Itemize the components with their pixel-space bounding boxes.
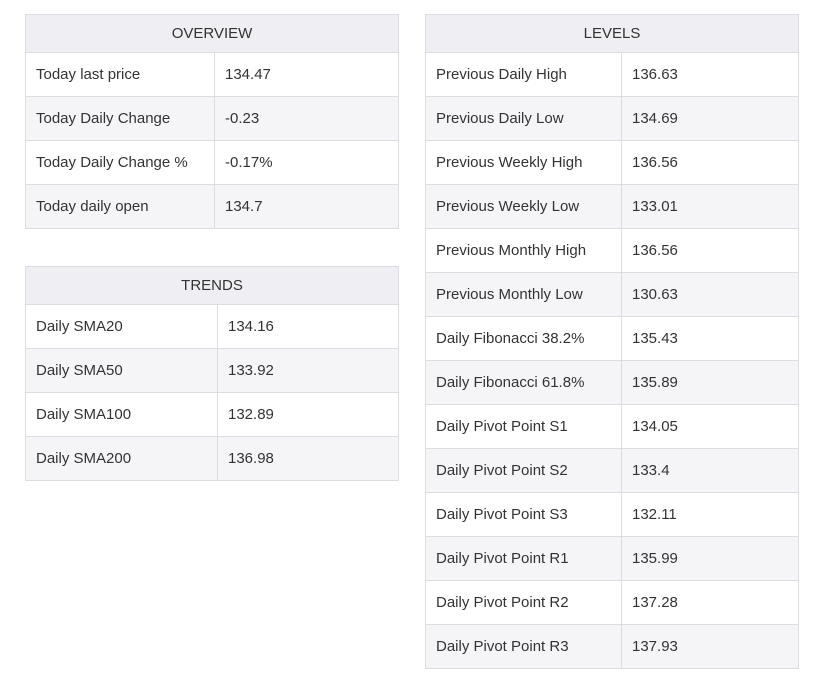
row-label: Previous Monthly Low: [425, 272, 622, 317]
table-row: Previous Monthly High 136.56: [425, 228, 799, 273]
row-label: Daily Pivot Point S1: [425, 404, 622, 449]
table-row: Daily Pivot Point S3 132.11: [425, 492, 799, 537]
table-row: Today Daily Change % -0.17%: [25, 140, 400, 185]
overview-table: OVERVIEW Today last price 134.47 Today D…: [24, 14, 400, 229]
table-row: Previous Weekly Low 133.01: [425, 184, 799, 229]
row-value: 135.43: [621, 316, 799, 361]
table-row: Daily Pivot Point R1 135.99: [425, 536, 799, 581]
row-value: 135.99: [621, 536, 799, 581]
row-value: 134.05: [621, 404, 799, 449]
row-label: Previous Daily High: [425, 52, 622, 97]
row-label: Previous Monthly High: [425, 228, 622, 273]
row-value: 130.63: [621, 272, 799, 317]
table-row: Today Daily Change -0.23: [25, 96, 400, 141]
table-row: Daily SMA100 132.89: [25, 392, 400, 437]
row-label: Daily SMA200: [25, 436, 218, 481]
row-value: -0.23: [213, 96, 400, 141]
row-value: 137.93: [621, 624, 799, 669]
row-label: Daily SMA20: [25, 304, 218, 349]
table-row: Daily Pivot Point R2 137.28: [425, 580, 799, 625]
row-label: Previous Weekly Low: [425, 184, 622, 229]
row-value: 132.89: [216, 392, 400, 437]
table-row: Daily SMA20 134.16: [25, 304, 400, 349]
row-value: 132.11: [621, 492, 799, 537]
table-row: Previous Monthly Low 130.63: [425, 272, 799, 317]
row-value: 136.56: [621, 140, 799, 185]
row-value: 133.01: [621, 184, 799, 229]
row-label: Daily SMA100: [25, 392, 218, 437]
table-row: Previous Daily High 136.63: [425, 52, 799, 97]
row-label: Daily Pivot Point R3: [425, 624, 622, 669]
row-value: 133.4: [621, 448, 799, 493]
levels-table: LEVELS Previous Daily High 136.63 Previo…: [425, 14, 799, 669]
table-row: Daily Fibonacci 38.2% 135.43: [425, 316, 799, 361]
row-label: Daily Fibonacci 61.8%: [425, 360, 622, 405]
table-row: Today last price 134.47: [25, 52, 400, 97]
trends-table: TRENDS Daily SMA20 134.16 Daily SMA50 13…: [24, 266, 400, 481]
row-value: 134.16: [216, 304, 400, 349]
row-value: 136.63: [621, 52, 799, 97]
row-value: 135.89: [621, 360, 799, 405]
row-value: -0.17%: [213, 140, 400, 185]
row-label: Daily Fibonacci 38.2%: [425, 316, 622, 361]
levels-title: LEVELS: [425, 14, 799, 53]
trends-title: TRENDS: [24, 266, 400, 305]
row-value: 134.69: [621, 96, 799, 141]
row-value: 133.92: [216, 348, 400, 393]
overview-title: OVERVIEW: [24, 14, 400, 53]
table-row: Today daily open 134.7: [25, 184, 400, 229]
table-row: Daily Pivot Point R3 137.93: [425, 624, 799, 669]
row-value: 136.98: [216, 436, 400, 481]
table-row: Previous Weekly High 136.56: [425, 140, 799, 185]
row-label: Daily Pivot Point S2: [425, 448, 622, 493]
row-label: Daily Pivot Point R1: [425, 536, 622, 581]
row-value: 136.56: [621, 228, 799, 273]
row-label: Today Daily Change %: [25, 140, 215, 185]
table-row: Daily SMA50 133.92: [25, 348, 400, 393]
table-row: Daily Pivot Point S1 134.05: [425, 404, 799, 449]
row-label: Daily Pivot Point S3: [425, 492, 622, 537]
row-label: Previous Daily Low: [425, 96, 622, 141]
trends-header-row: TRENDS: [24, 266, 400, 305]
table-row: Daily Pivot Point S2 133.4: [425, 448, 799, 493]
row-label: Today Daily Change: [25, 96, 215, 141]
row-label: Today daily open: [25, 184, 215, 229]
overview-header-row: OVERVIEW: [24, 14, 400, 53]
row-label: Today last price: [25, 52, 215, 97]
row-value: 134.7: [213, 184, 400, 229]
row-value: 137.28: [621, 580, 799, 625]
row-label: Daily SMA50: [25, 348, 218, 393]
table-row: Daily SMA200 136.98: [25, 436, 400, 481]
row-label: Daily Pivot Point R2: [425, 580, 622, 625]
table-row: Daily Fibonacci 61.8% 135.89: [425, 360, 799, 405]
levels-header-row: LEVELS: [425, 14, 799, 53]
row-label: Previous Weekly High: [425, 140, 622, 185]
row-value: 134.47: [213, 52, 400, 97]
table-row: Previous Daily Low 134.69: [425, 96, 799, 141]
